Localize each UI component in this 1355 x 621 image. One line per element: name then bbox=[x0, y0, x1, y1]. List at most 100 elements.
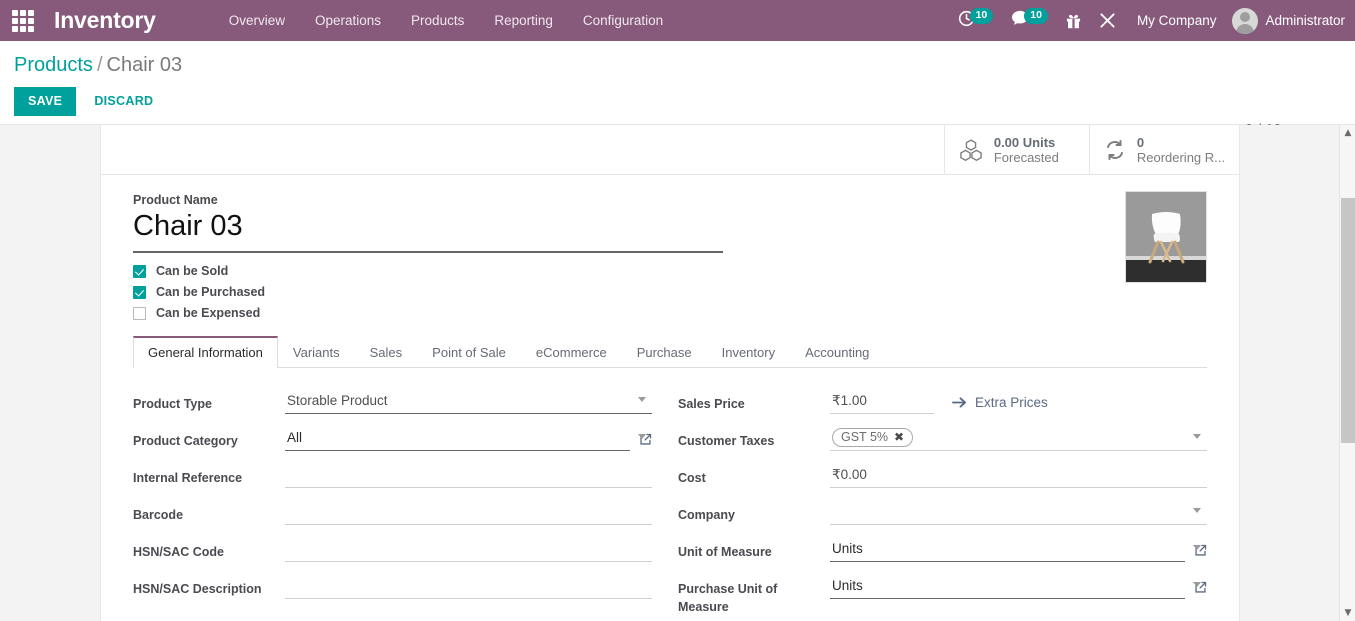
activity-menu-button[interactable]: 10 bbox=[949, 0, 1003, 41]
stat-button-forecasted[interactable]: 0.00 Units Forecasted bbox=[944, 125, 1089, 174]
field-row-hsn-sac-description: HSN/SAC Description bbox=[133, 575, 652, 602]
user-name-label: Administrator bbox=[1265, 13, 1345, 28]
form-column-right: Sales Price ₹1.00 Extra Pric bbox=[670, 390, 1207, 621]
can-be-expensed-label: Can be Expensed bbox=[156, 306, 260, 320]
tab-sales[interactable]: Sales bbox=[355, 336, 418, 368]
product-category-internal-link-icon[interactable] bbox=[639, 433, 652, 446]
product-name-input[interactable]: Chair 03 bbox=[133, 209, 723, 253]
company-switcher[interactable]: My Company bbox=[1125, 13, 1229, 28]
menu-item-configuration[interactable]: Configuration bbox=[568, 2, 678, 39]
cost-input[interactable]: ₹0.00 bbox=[830, 464, 1207, 488]
product-type-select[interactable]: Storable Product bbox=[285, 390, 652, 414]
app-brand-title[interactable]: Inventory bbox=[46, 7, 162, 34]
product-image[interactable] bbox=[1125, 191, 1207, 283]
hsn-sac-code-label: HSN/SAC Code bbox=[133, 538, 285, 561]
product-flags-group: Can be Sold Can be Purchased Can be Expe… bbox=[133, 264, 1207, 320]
company-label: Company bbox=[678, 501, 830, 524]
product-type-label: Product Type bbox=[133, 390, 285, 413]
can-be-sold-label: Can be Sold bbox=[156, 264, 228, 278]
hsn-sac-description-input[interactable] bbox=[285, 575, 652, 599]
stat-button-text: 0 Reordering R... bbox=[1137, 135, 1225, 165]
activity-count-badge: 10 bbox=[970, 8, 994, 24]
save-button[interactable]: SAVE bbox=[14, 87, 76, 116]
menu-item-products[interactable]: Products bbox=[396, 2, 479, 39]
messaging-menu-button[interactable]: 10 bbox=[1002, 0, 1057, 41]
stat-button-reordering-rules[interactable]: 0 Reordering R... bbox=[1089, 125, 1239, 174]
hsn-sac-code-input[interactable] bbox=[285, 538, 652, 562]
tax-tag-label: GST 5% bbox=[841, 430, 888, 444]
extra-prices-label: Extra Prices bbox=[975, 395, 1048, 410]
product-name-label: Product Name bbox=[133, 193, 1207, 207]
can-be-expensed-checkbox[interactable] bbox=[133, 307, 146, 320]
scroll-up-arrow[interactable]: ▲ bbox=[1340, 125, 1355, 141]
main-menu: Overview Operations Products Reporting C… bbox=[214, 2, 678, 39]
control-panel: Products/Chair 03 SAVE DISCARD 6 / 19 ‹ … bbox=[0, 41, 1355, 125]
checkbox-row-can-be-purchased[interactable]: Can be Purchased bbox=[133, 285, 1207, 299]
field-row-company: Company bbox=[678, 501, 1207, 528]
internal-reference-input[interactable] bbox=[285, 464, 652, 488]
unit-of-measure-internal-link-icon[interactable] bbox=[1194, 544, 1207, 557]
tax-tag-remove-icon[interactable]: ✖ bbox=[894, 430, 904, 444]
customer-taxes-label: Customer Taxes bbox=[678, 427, 830, 450]
company-input[interactable] bbox=[830, 501, 1207, 525]
can-be-purchased-label: Can be Purchased bbox=[156, 285, 265, 299]
purchase-uom-internal-link-icon[interactable] bbox=[1194, 581, 1207, 594]
form-view-container: 0.00 Units Forecasted 0 Reordering R... bbox=[0, 125, 1355, 621]
gift-icon[interactable] bbox=[1057, 0, 1090, 41]
unit-of-measure-input[interactable]: Units bbox=[830, 538, 1185, 562]
field-row-product-category: Product Category All bbox=[133, 427, 652, 454]
menu-item-reporting[interactable]: Reporting bbox=[479, 2, 568, 39]
cost-label: Cost bbox=[678, 464, 830, 487]
sales-price-label: Sales Price bbox=[678, 390, 830, 413]
top-navbar: Inventory Overview Operations Products R… bbox=[0, 0, 1355, 41]
field-row-sales-price: Sales Price ₹1.00 Extra Pric bbox=[678, 390, 1207, 417]
product-category-input[interactable]: All bbox=[285, 427, 630, 451]
form-sheet: 0.00 Units Forecasted 0 Reordering R... bbox=[100, 125, 1240, 621]
messaging-count-badge: 10 bbox=[1024, 8, 1048, 24]
tab-accounting[interactable]: Accounting bbox=[790, 336, 884, 368]
checkbox-row-can-be-expensed[interactable]: Can be Expensed bbox=[133, 306, 1207, 320]
vertical-scrollbar[interactable]: ▲ ▼ bbox=[1339, 125, 1355, 621]
field-row-cost: Cost ₹0.00 bbox=[678, 464, 1207, 491]
tab-ecommerce[interactable]: eCommerce bbox=[521, 336, 622, 368]
internal-reference-label: Internal Reference bbox=[133, 464, 285, 487]
stat-label-forecasted: Forecasted bbox=[994, 150, 1059, 165]
purchase-unit-of-measure-input[interactable]: Units bbox=[830, 575, 1185, 599]
checkbox-row-can-be-sold[interactable]: Can be Sold bbox=[133, 264, 1207, 278]
purchase-unit-of-measure-label: Purchase Unit of Measure bbox=[678, 575, 830, 616]
arrow-right-icon bbox=[952, 396, 967, 409]
unit-of-measure-label: Unit of Measure bbox=[678, 538, 830, 561]
scrollbar-thumb[interactable] bbox=[1341, 198, 1355, 443]
field-row-product-type: Product Type Storable Product bbox=[133, 390, 652, 417]
sales-price-input[interactable]: ₹1.00 bbox=[830, 390, 934, 414]
sheet-body: Product Name Chair 03 Can be Sold Can be… bbox=[101, 175, 1239, 621]
breadcrumb-root-products[interactable]: Products bbox=[14, 54, 93, 76]
breadcrumb: Products/Chair 03 bbox=[14, 41, 1341, 77]
tab-point-of-sale[interactable]: Point of Sale bbox=[417, 336, 521, 368]
apps-grid-icon[interactable] bbox=[0, 0, 46, 41]
tab-variants[interactable]: Variants bbox=[278, 336, 355, 368]
tools-wrench-icon[interactable] bbox=[1090, 0, 1125, 41]
refresh-cycle-icon bbox=[1104, 140, 1126, 160]
discard-button[interactable]: DISCARD bbox=[82, 87, 165, 116]
field-row-purchase-unit-of-measure: Purchase Unit of Measure Units bbox=[678, 575, 1207, 616]
user-avatar bbox=[1232, 8, 1258, 34]
barcode-input[interactable] bbox=[285, 501, 652, 525]
scroll-down-arrow[interactable]: ▼ bbox=[1340, 605, 1355, 621]
tab-inventory[interactable]: Inventory bbox=[707, 336, 790, 368]
tab-general-information[interactable]: General Information bbox=[133, 336, 278, 368]
hsn-sac-description-label: HSN/SAC Description bbox=[133, 575, 285, 598]
tax-tag-gst-5[interactable]: GST 5% ✖ bbox=[832, 428, 913, 447]
tab-purchase[interactable]: Purchase bbox=[622, 336, 707, 368]
field-row-customer-taxes: Customer Taxes GST 5% ✖ bbox=[678, 427, 1207, 454]
menu-item-overview[interactable]: Overview bbox=[214, 2, 300, 39]
record-action-buttons: SAVE DISCARD bbox=[14, 87, 1341, 116]
customer-taxes-tags-input[interactable]: GST 5% ✖ bbox=[830, 427, 1207, 451]
extra-prices-button[interactable]: Extra Prices bbox=[952, 395, 1048, 410]
can-be-sold-checkbox[interactable] bbox=[133, 265, 146, 278]
cubes-icon bbox=[959, 139, 983, 161]
menu-item-operations[interactable]: Operations bbox=[300, 2, 396, 39]
can-be-purchased-checkbox[interactable] bbox=[133, 286, 146, 299]
general-information-panel: Product Type Storable Product Product Ca… bbox=[133, 368, 1207, 621]
user-menu-button[interactable]: Administrator bbox=[1228, 8, 1345, 34]
